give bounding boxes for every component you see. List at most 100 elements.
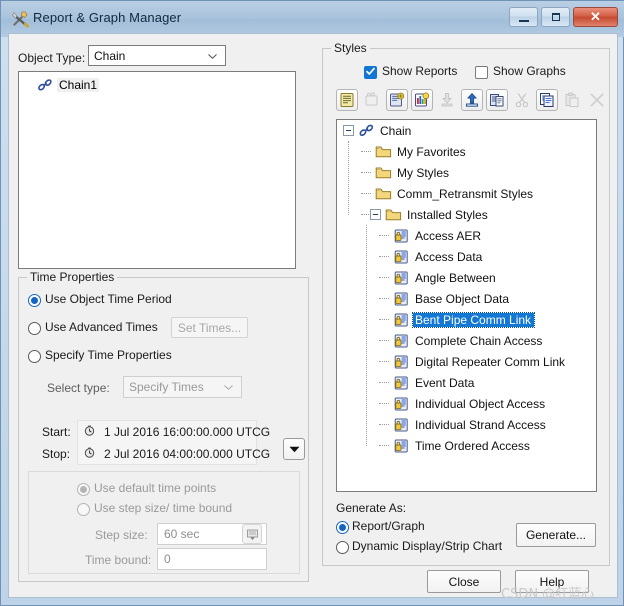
minimize-button[interactable]	[509, 7, 538, 27]
select-type-combo[interactable]: Specify Times	[123, 376, 242, 398]
object-list-item-label: Chain1	[57, 78, 100, 92]
tree-item[interactable]: My Styles	[337, 162, 596, 183]
radio-dynamic-display-strip-chart[interactable]	[336, 541, 349, 554]
tree-item[interactable]: My Favorites	[337, 141, 596, 162]
tree-item[interactable]: Individual Object Access	[337, 393, 596, 414]
locked-style-icon	[393, 312, 410, 328]
step-size-value: 60 sec	[164, 527, 200, 541]
copy-style-to-icon[interactable]	[486, 89, 508, 111]
folder-icon	[375, 144, 392, 160]
tree-expander-minus-icon[interactable]	[343, 125, 354, 136]
chain-icon	[358, 123, 375, 139]
tree-item-label: Access AER	[415, 228, 482, 243]
clock-icon	[84, 447, 95, 458]
set-times-button[interactable]: Set Times...	[171, 317, 248, 338]
locked-style-icon	[393, 249, 410, 265]
maximize-button[interactable]	[541, 7, 570, 27]
time-bound-input[interactable]: 0	[157, 548, 267, 570]
tree-item[interactable]: Time Ordered Access	[337, 435, 596, 456]
time-bound-value: 0	[164, 552, 171, 566]
folder-icon	[375, 165, 392, 181]
tree-item-label: Installed Styles	[407, 207, 488, 222]
tree-item-label: Bent Pipe Comm Link	[411, 311, 536, 328]
tree-expander-minus-icon[interactable]	[370, 209, 381, 220]
locked-style-icon	[393, 438, 410, 454]
close-dialog-button[interactable]: Close	[427, 570, 501, 593]
tree-connector	[379, 276, 389, 279]
delete-icon	[586, 89, 608, 111]
new-report-style-icon[interactable]	[336, 89, 358, 111]
object-list[interactable]: Chain1	[18, 71, 296, 269]
tree-item[interactable]: Event Data	[337, 372, 596, 393]
tree-item-label: Individual Object Access	[415, 396, 546, 411]
radio-use-advanced-times[interactable]	[28, 322, 41, 335]
radio-use-default-time-points-label: Use default time points	[94, 481, 217, 495]
tree-item[interactable]: Access Data	[337, 246, 596, 267]
radio-use-object-time-period[interactable]	[28, 294, 41, 307]
tree-connector	[361, 192, 371, 195]
styles-group: Styles Show Reports Show Graphs Chain My…	[322, 41, 610, 566]
tree-item-label: My Favorites	[397, 144, 466, 159]
tree-item[interactable]: Bent Pipe Comm Link	[337, 309, 596, 330]
locked-style-icon	[393, 333, 410, 349]
chevron-down-icon	[208, 53, 217, 59]
chain-icon	[38, 79, 52, 91]
locked-style-icon	[393, 396, 410, 412]
tree-item[interactable]: Installed Styles	[337, 204, 596, 225]
tree-item[interactable]: Individual Strand Access	[337, 414, 596, 435]
radio-use-advanced-times-label: Use Advanced Times	[45, 320, 158, 334]
radio-specify-time-properties[interactable]	[28, 350, 41, 363]
tree-item-label: Digital Repeater Comm Link	[415, 354, 566, 369]
checkbox-show-graphs-label: Show Graphs	[493, 64, 566, 78]
radio-use-step-size-time-bound[interactable]	[77, 503, 90, 516]
radio-report-graph[interactable]	[336, 521, 349, 534]
locked-style-icon	[393, 417, 410, 433]
stop-value: 2 Jul 2016 04:00:00.000 UTCG	[104, 447, 271, 461]
tree-guide-line	[348, 141, 349, 215]
duplicate-graph-style-icon[interactable]	[411, 89, 433, 111]
list-item[interactable]: Chain1	[37, 78, 100, 92]
styles-toolbar	[336, 89, 608, 111]
tree-item-label: Chain	[380, 123, 412, 138]
time-range-dropdown-button[interactable]	[283, 438, 305, 460]
checkbox-show-reports[interactable]	[364, 66, 377, 79]
tree-connector	[379, 234, 389, 237]
object-type-combo[interactable]: Chain	[88, 45, 226, 66]
time-bound-label: Time bound:	[85, 553, 152, 567]
tree-connector	[379, 402, 389, 405]
title-bar: Report & Graph Manager ✕	[1, 1, 624, 37]
new-graph-style-icon	[361, 89, 383, 111]
cut-icon	[511, 89, 533, 111]
copy-icon[interactable]	[536, 89, 558, 111]
tree-connector	[379, 444, 389, 447]
close-button[interactable]: ✕	[573, 7, 618, 27]
generate-button[interactable]: Generate...	[516, 523, 596, 547]
folder-icon	[385, 207, 402, 223]
tree-item[interactable]: Comm_Retransmit Styles	[337, 183, 596, 204]
time-points-subgroup: Use default time points Use step size/ t…	[28, 471, 300, 574]
generate-as-label: Generate As:	[336, 501, 407, 515]
radio-specify-time-properties-label: Specify Time Properties	[45, 348, 172, 362]
export-style-icon[interactable]	[461, 89, 483, 111]
tree-connector	[379, 423, 389, 426]
tree-item-label: My Styles	[397, 165, 450, 180]
locked-style-icon	[393, 375, 410, 391]
step-size-units-button[interactable]	[242, 524, 262, 544]
start-value: 1 Jul 2016 16:00:00.000 UTCG	[104, 425, 271, 439]
duplicate-report-style-icon[interactable]	[386, 89, 408, 111]
close-icon: ✕	[590, 9, 601, 24]
time-properties-group: Time Properties Use Object Time Period U…	[18, 270, 309, 582]
radio-use-default-time-points[interactable]	[77, 483, 90, 496]
tree-item[interactable]: Chain	[337, 120, 596, 141]
tree-item[interactable]: Complete Chain Access	[337, 330, 596, 351]
tree-item-label: Individual Strand Access	[415, 417, 546, 432]
time-properties-title: Time Properties	[27, 270, 118, 284]
styles-tree[interactable]: Chain My Favorites My Styles Comm_Retran…	[336, 119, 597, 492]
locked-style-icon	[393, 291, 410, 307]
tree-item[interactable]: Access AER	[337, 225, 596, 246]
tree-item[interactable]: Angle Between	[337, 267, 596, 288]
tree-item[interactable]: Base Object Data	[337, 288, 596, 309]
tree-connector	[361, 150, 371, 153]
tree-item[interactable]: Digital Repeater Comm Link	[337, 351, 596, 372]
checkbox-show-graphs[interactable]	[475, 66, 488, 79]
